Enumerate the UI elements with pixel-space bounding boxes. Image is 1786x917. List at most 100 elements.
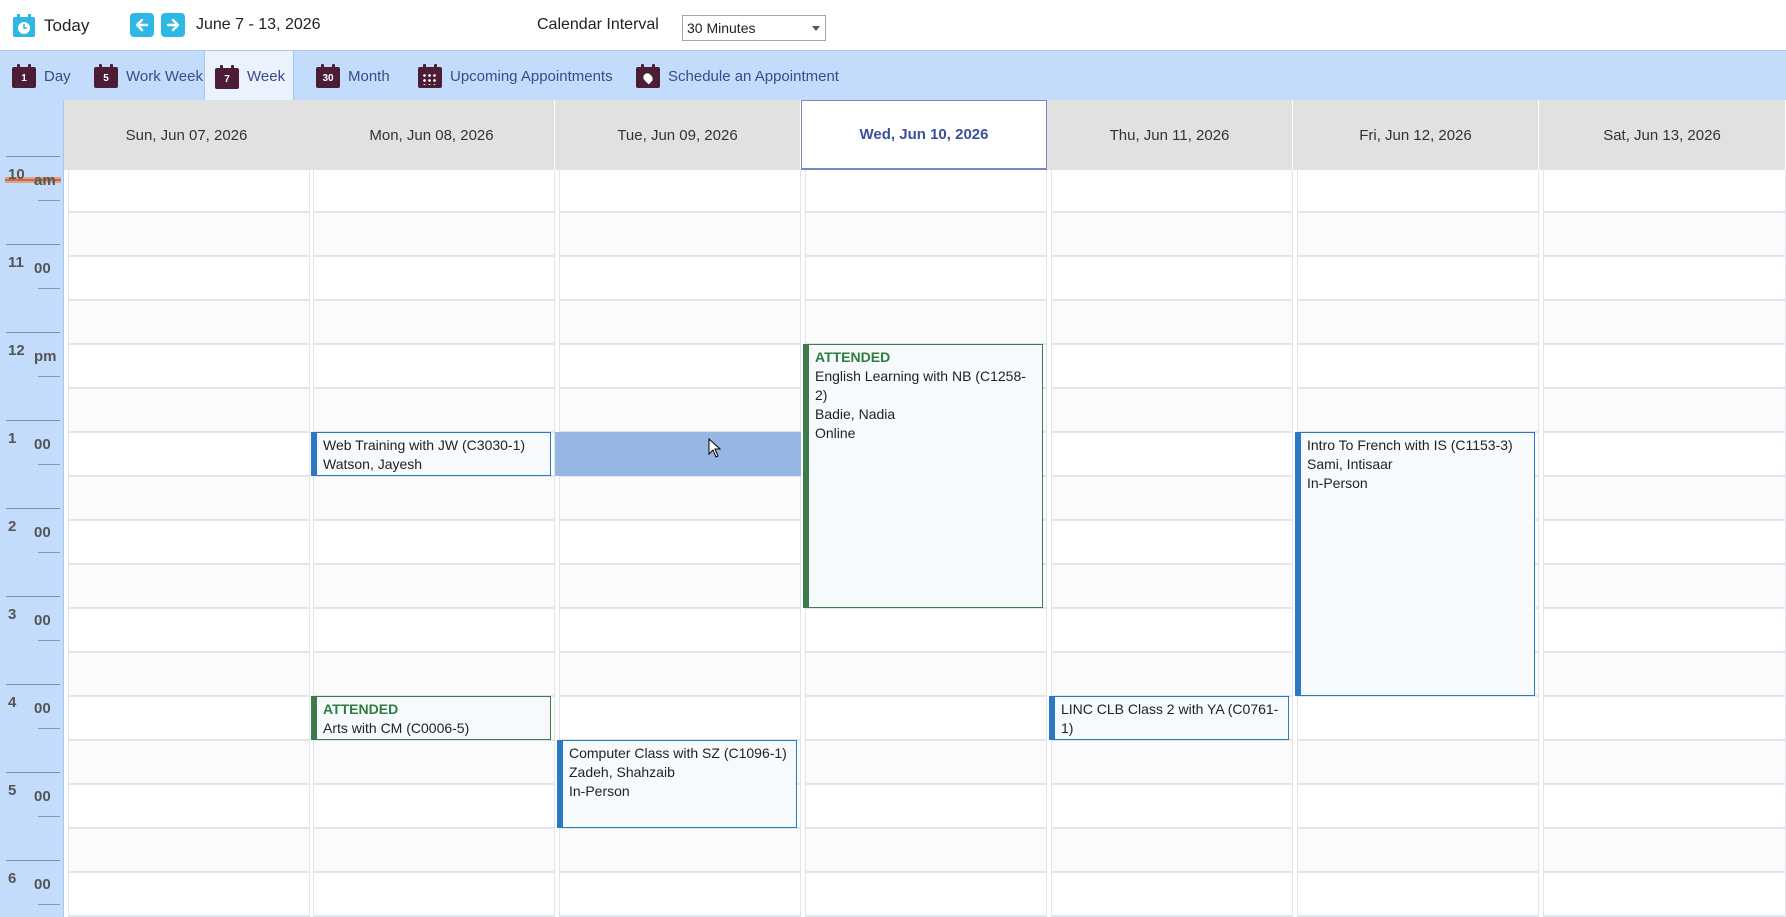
time-slot[interactable] — [1297, 784, 1539, 828]
time-slot[interactable] — [1051, 170, 1293, 212]
time-slot[interactable] — [1051, 608, 1293, 652]
day-header[interactable]: Thu, Jun 11, 2026 — [1047, 100, 1293, 170]
time-slot[interactable] — [1297, 828, 1539, 872]
time-slot[interactable] — [1051, 212, 1293, 256]
selected-time-slot[interactable] — [555, 432, 801, 476]
time-slot[interactable] — [313, 828, 555, 872]
time-slot[interactable] — [1543, 652, 1786, 696]
time-slot[interactable] — [805, 300, 1047, 344]
time-slot[interactable] — [805, 784, 1047, 828]
time-slot[interactable] — [1051, 432, 1293, 476]
tab-work-week[interactable]: 5 Work Week — [94, 51, 212, 101]
tab-month[interactable]: 30 Month — [316, 51, 406, 101]
time-slot[interactable] — [1051, 344, 1293, 388]
appointment[interactable]: ATTENDED Arts with CM (C0006-5) — [311, 696, 551, 740]
time-slot[interactable] — [1051, 652, 1293, 696]
time-slot[interactable] — [1543, 256, 1786, 300]
time-slot[interactable] — [68, 872, 310, 916]
time-slot[interactable] — [1543, 872, 1786, 916]
time-slot[interactable] — [313, 212, 555, 256]
time-slot[interactable] — [68, 256, 310, 300]
time-slot[interactable] — [1297, 170, 1539, 212]
time-slot[interactable] — [1297, 256, 1539, 300]
time-slot[interactable] — [68, 608, 310, 652]
day-header[interactable]: Tue, Jun 09, 2026 — [555, 100, 801, 170]
time-slot[interactable] — [559, 520, 801, 564]
time-slot[interactable] — [559, 170, 801, 212]
time-slot[interactable] — [313, 344, 555, 388]
time-slot[interactable] — [1543, 740, 1786, 784]
time-slot[interactable] — [1297, 344, 1539, 388]
time-slot[interactable] — [1543, 784, 1786, 828]
time-slot[interactable] — [313, 652, 555, 696]
appointment[interactable]: LINC CLB Class 2 with YA (C0761-1) — [1049, 696, 1289, 740]
tab-schedule-an-appointment[interactable]: Schedule an Appointment — [636, 51, 846, 101]
tab-upcoming-appointments[interactable]: Upcoming Appointments — [418, 51, 624, 101]
time-slot[interactable] — [559, 300, 801, 344]
time-slot[interactable] — [1543, 170, 1786, 212]
time-slot[interactable] — [1051, 300, 1293, 344]
time-slot[interactable] — [1297, 300, 1539, 344]
day-header[interactable]: Fri, Jun 12, 2026 — [1293, 100, 1539, 170]
time-slot[interactable] — [68, 828, 310, 872]
time-slot[interactable] — [1543, 300, 1786, 344]
time-slot[interactable] — [313, 608, 555, 652]
day-header[interactable]: Sun, Jun 07, 2026 — [64, 100, 310, 170]
time-slot[interactable] — [1051, 740, 1293, 784]
tab-day[interactable]: 1 Day — [12, 51, 84, 101]
time-slot[interactable] — [1543, 696, 1786, 740]
time-slot[interactable] — [1543, 476, 1786, 520]
day-header[interactable]: Wed, Jun 10, 2026 — [801, 100, 1047, 170]
time-slot[interactable] — [805, 256, 1047, 300]
time-slot[interactable] — [559, 564, 801, 608]
time-slot[interactable] — [1543, 344, 1786, 388]
time-slot[interactable] — [313, 564, 555, 608]
time-slot[interactable] — [559, 344, 801, 388]
time-slot[interactable] — [313, 170, 555, 212]
time-slot[interactable] — [68, 432, 310, 476]
time-slot[interactable] — [68, 300, 310, 344]
time-slot[interactable] — [68, 170, 310, 212]
time-slot[interactable] — [559, 696, 801, 740]
time-slot[interactable] — [313, 872, 555, 916]
time-slot[interactable] — [559, 608, 801, 652]
time-slot[interactable] — [805, 828, 1047, 872]
time-slot[interactable] — [313, 476, 555, 520]
time-slot[interactable] — [68, 652, 310, 696]
time-slot[interactable] — [1051, 564, 1293, 608]
time-slot[interactable] — [805, 212, 1047, 256]
time-slot[interactable] — [313, 740, 555, 784]
time-slot[interactable] — [1543, 608, 1786, 652]
appointment[interactable]: Intro To French with IS (C1153-3) Sami, I… — [1295, 432, 1535, 696]
today-button[interactable]: Today — [12, 12, 89, 40]
time-slot[interactable] — [1051, 784, 1293, 828]
time-slot[interactable] — [805, 696, 1047, 740]
time-slot[interactable] — [1543, 520, 1786, 564]
time-slot[interactable] — [68, 388, 310, 432]
time-slot[interactable] — [68, 520, 310, 564]
time-slot[interactable] — [559, 256, 801, 300]
next-week-button[interactable] — [161, 13, 185, 37]
time-slot[interactable] — [68, 740, 310, 784]
time-slot[interactable] — [68, 564, 310, 608]
calendar-interval-select[interactable]: 30 Minutes — [682, 15, 826, 41]
time-slot[interactable] — [313, 256, 555, 300]
time-slot[interactable] — [1543, 388, 1786, 432]
time-slot[interactable] — [805, 740, 1047, 784]
time-slot[interactable] — [68, 212, 310, 256]
time-slot[interactable] — [1051, 388, 1293, 432]
time-slot[interactable] — [1297, 388, 1539, 432]
time-slot[interactable] — [559, 652, 801, 696]
previous-week-button[interactable] — [130, 13, 154, 37]
time-slot[interactable] — [313, 784, 555, 828]
time-slot[interactable] — [1051, 872, 1293, 916]
time-slot[interactable] — [559, 828, 801, 872]
time-slot[interactable] — [559, 476, 801, 520]
time-slot[interactable] — [805, 652, 1047, 696]
time-slot[interactable] — [1051, 828, 1293, 872]
day-header[interactable]: Sat, Jun 13, 2026 — [1539, 100, 1786, 170]
time-slot[interactable] — [1051, 256, 1293, 300]
appointment[interactable]: Computer Class with SZ (C1096-1) Zadeh, S… — [557, 740, 797, 828]
appointment[interactable]: Web Training with JW (C3030-1) Watson, Ja… — [311, 432, 551, 476]
time-slot[interactable] — [1543, 828, 1786, 872]
